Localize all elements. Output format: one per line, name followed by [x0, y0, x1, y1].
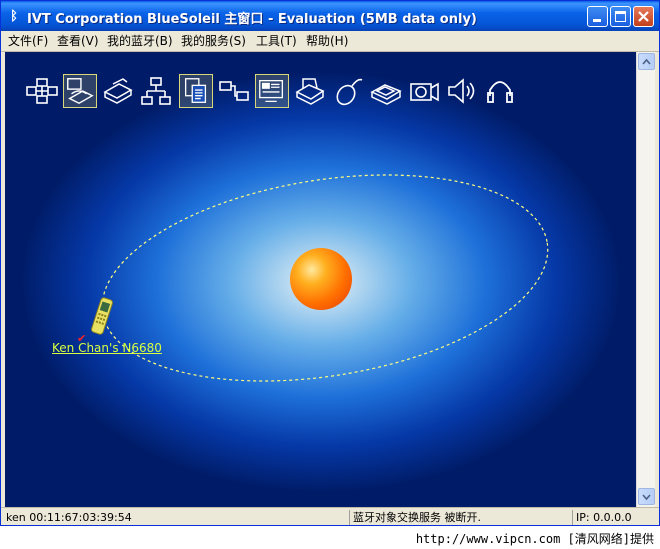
bluetooth-device-canvas[interactable]: ✔ Ken Chan's N6680 — [5, 52, 636, 507]
menu-help[interactable]: 帮助(H) — [306, 33, 348, 49]
window-title: IVT Corporation BlueSoleil 主窗口 - Evaluat… — [27, 12, 477, 27]
bluesoleil-main-window: ᛒ IVT Corporation BlueSoleil 主窗口 - Evalu… — [0, 0, 660, 526]
ip-address-status: IP: 0.0.0.0 — [572, 510, 632, 525]
connection-status-message: 蓝牙对象交换服务 被断开. — [349, 510, 481, 525]
status-bar: ken 00:11:67:03:39:54 蓝牙对象交换服务 被断开. IP: … — [1, 507, 659, 525]
mobile-phone-icon[interactable] — [91, 295, 113, 337]
local-bluetooth-device[interactable] — [290, 248, 352, 310]
title-bar[interactable]: ᛒ IVT Corporation BlueSoleil 主窗口 - Evalu… — [1, 1, 659, 31]
menu-my-services[interactable]: 我的服务(S) — [181, 33, 246, 49]
maximize-button[interactable] — [610, 6, 631, 27]
close-button[interactable] — [633, 6, 654, 27]
menu-my-bluetooth[interactable]: 我的蓝牙(B) — [107, 33, 173, 49]
minimize-button[interactable] — [587, 6, 608, 27]
menu-file[interactable]: 文件(F) — [8, 33, 48, 49]
bluetooth-icon: ᛒ — [10, 9, 18, 24]
close-icon — [638, 11, 649, 22]
menu-tools[interactable]: 工具(T) — [256, 33, 297, 49]
arrow-up-icon — [642, 58, 651, 65]
vertical-scrollbar[interactable] — [636, 52, 655, 507]
device-name-label[interactable]: Ken Chan's N6680 — [52, 341, 162, 355]
scroll-up-button[interactable] — [638, 53, 655, 70]
scroll-down-button[interactable] — [638, 488, 655, 505]
menu-bar: 文件(F) 查看(V) 我的蓝牙(B) 我的服务(S) 工具(T) 帮助(H) — [1, 31, 659, 52]
minimize-icon — [593, 19, 601, 22]
menu-view[interactable]: 查看(V) — [57, 33, 99, 49]
arrow-down-icon — [642, 494, 651, 501]
watermark-text: http://www.vipcn.com [清风网络]提供 — [415, 532, 654, 546]
local-device-status: ken 00:11:67:03:39:54 — [6, 511, 132, 524]
maximize-icon — [615, 11, 626, 22]
